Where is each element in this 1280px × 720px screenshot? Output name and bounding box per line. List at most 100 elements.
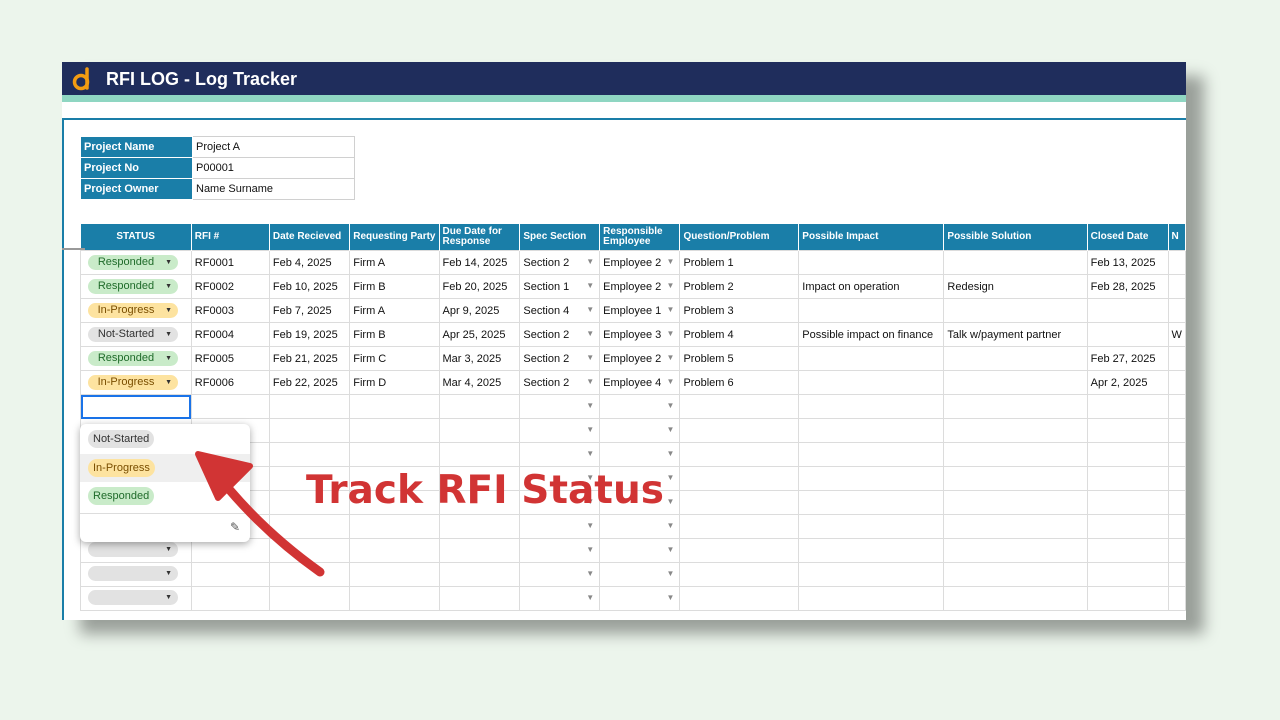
impact-cell[interactable] — [798, 250, 945, 275]
next-column-cell[interactable] — [1167, 274, 1186, 299]
next-column-cell[interactable] — [1167, 418, 1186, 443]
rfi-number-cell[interactable]: RF0001 — [190, 250, 270, 275]
closed-date-cell[interactable] — [1086, 562, 1169, 587]
project-name-value[interactable]: Project A — [192, 136, 355, 158]
next-column-cell[interactable] — [1167, 298, 1186, 323]
status-cell[interactable]: Responded ▼ — [80, 274, 192, 299]
dropdown-arrow-icon[interactable]: ▼ — [667, 497, 675, 506]
question-cell[interactable] — [679, 586, 800, 611]
responsible-employee-cell[interactable]: Employee 3 ▼ — [599, 322, 681, 347]
due-date-cell[interactable] — [438, 418, 521, 443]
next-column-cell[interactable] — [1167, 442, 1186, 467]
next-column-cell[interactable] — [1167, 346, 1186, 371]
responsible-employee-cell[interactable]: ▼ — [599, 562, 681, 587]
question-cell[interactable] — [679, 514, 800, 539]
responsible-employee-cell[interactable]: ▼ — [599, 442, 681, 467]
closed-date-cell[interactable] — [1086, 442, 1169, 467]
closed-date-cell[interactable]: Feb 27, 2025 — [1086, 346, 1169, 371]
closed-date-cell[interactable] — [1086, 394, 1169, 419]
rfi-number-cell[interactable]: RF0005 — [190, 346, 270, 371]
date-received-cell[interactable]: Feb 4, 2025 — [268, 250, 351, 275]
col-header-rfi[interactable]: RFI # — [191, 224, 270, 251]
status-pill[interactable]: In-Progress ▼ — [88, 303, 178, 318]
col-header-solution[interactable]: Possible Solution — [943, 224, 1088, 251]
dropdown-arrow-icon[interactable]: ▼ — [586, 569, 594, 578]
next-column-cell[interactable] — [1167, 538, 1186, 563]
date-received-cell[interactable] — [268, 418, 351, 443]
closed-date-cell[interactable] — [1086, 586, 1169, 611]
status-pill[interactable]: ▼ — [88, 589, 178, 605]
closed-date-cell[interactable]: Feb 13, 2025 — [1086, 250, 1169, 275]
question-cell[interactable] — [679, 538, 800, 563]
solution-cell[interactable]: Redesign — [943, 274, 1088, 299]
due-date-cell[interactable]: Apr 25, 2025 — [438, 322, 521, 347]
dropdown-arrow-icon[interactable]: ▼ — [667, 449, 675, 458]
dropdown-arrow-icon[interactable]: ▼ — [586, 257, 594, 266]
closed-date-cell[interactable] — [1086, 538, 1169, 563]
impact-cell[interactable] — [798, 442, 945, 467]
responsible-employee-cell[interactable]: Employee 1 ▼ — [599, 298, 681, 323]
question-cell[interactable]: Problem 4 — [679, 322, 800, 347]
requesting-party-cell[interactable] — [349, 586, 440, 611]
dropdown-arrow-icon[interactable]: ▼ — [586, 281, 594, 290]
closed-date-cell[interactable] — [1086, 514, 1169, 539]
solution-cell[interactable] — [943, 562, 1088, 587]
status-cell[interactable]: ▼ — [80, 562, 192, 587]
dropdown-arrow-icon[interactable]: ▼ — [667, 425, 675, 434]
dropdown-arrow-icon[interactable]: ▼ — [667, 281, 675, 290]
solution-cell[interactable] — [943, 466, 1088, 491]
rfi-number-cell[interactable]: RF0006 — [190, 370, 270, 395]
dropdown-arrow-icon[interactable]: ▼ — [586, 521, 594, 530]
col-header-impact[interactable]: Possible Impact — [798, 224, 945, 251]
dropdown-arrow-icon[interactable]: ▼ — [586, 545, 594, 554]
dropdown-arrow-icon[interactable]: ▼ — [667, 353, 675, 362]
spec-section-cell[interactable]: ▼ — [519, 442, 601, 467]
solution-cell[interactable] — [943, 346, 1088, 371]
requesting-party-cell[interactable]: Firm A — [349, 298, 440, 323]
status-pill[interactable]: Responded ▼ — [88, 255, 178, 270]
responsible-employee-cell[interactable]: Employee 2 ▼ — [599, 274, 681, 299]
date-received-cell[interactable]: Feb 22, 2025 — [268, 370, 351, 395]
requesting-party-cell[interactable] — [349, 538, 440, 563]
impact-cell[interactable]: Impact on operation — [798, 274, 945, 299]
solution-cell[interactable] — [943, 514, 1088, 539]
impact-cell[interactable] — [798, 562, 945, 587]
question-cell[interactable] — [679, 394, 800, 419]
impact-cell[interactable]: Possible impact on finance — [798, 322, 945, 347]
responsible-employee-cell[interactable]: ▼ — [599, 418, 681, 443]
question-cell[interactable]: Problem 1 — [679, 250, 800, 275]
requesting-party-cell[interactable] — [349, 394, 440, 419]
date-received-cell[interactable] — [268, 394, 351, 419]
spec-section-cell[interactable]: Section 2 ▼ — [519, 370, 601, 395]
due-date-cell[interactable] — [438, 586, 521, 611]
rfi-number-cell[interactable] — [190, 586, 270, 611]
status-cell[interactable]: Not-Started ▼ — [80, 322, 192, 347]
dropdown-arrow-icon[interactable]: ▼ — [667, 593, 675, 602]
dropdown-arrow-icon[interactable]: ▼ — [667, 329, 675, 338]
closed-date-cell[interactable]: Apr 2, 2025 — [1086, 370, 1169, 395]
impact-cell[interactable] — [798, 514, 945, 539]
due-date-cell[interactable] — [438, 394, 521, 419]
requesting-party-cell[interactable] — [349, 514, 440, 539]
date-received-cell[interactable] — [268, 586, 351, 611]
requesting-party-cell[interactable]: Firm B — [349, 322, 440, 347]
closed-date-cell[interactable] — [1086, 466, 1169, 491]
next-column-cell[interactable] — [1167, 490, 1186, 515]
date-received-cell[interactable]: Feb 19, 2025 — [268, 322, 351, 347]
requesting-party-cell[interactable]: Firm B — [349, 274, 440, 299]
spec-section-cell[interactable]: ▼ — [519, 418, 601, 443]
due-date-cell[interactable]: Mar 4, 2025 — [438, 370, 521, 395]
impact-cell[interactable] — [798, 586, 945, 611]
solution-cell[interactable] — [943, 250, 1088, 275]
col-header-spec-section[interactable]: Spec Section — [519, 224, 601, 251]
col-header-requesting-party[interactable]: Requesting Party — [349, 224, 440, 251]
spec-section-cell[interactable]: Section 4 ▼ — [519, 298, 601, 323]
next-column-cell[interactable] — [1167, 586, 1186, 611]
solution-cell[interactable] — [943, 490, 1088, 515]
solution-cell[interactable] — [943, 538, 1088, 563]
dropdown-arrow-icon[interactable]: ▼ — [586, 425, 594, 434]
impact-cell[interactable] — [798, 298, 945, 323]
project-no-value[interactable]: P00001 — [192, 157, 355, 179]
due-date-cell[interactable]: Mar 3, 2025 — [438, 346, 521, 371]
solution-cell[interactable] — [943, 442, 1088, 467]
